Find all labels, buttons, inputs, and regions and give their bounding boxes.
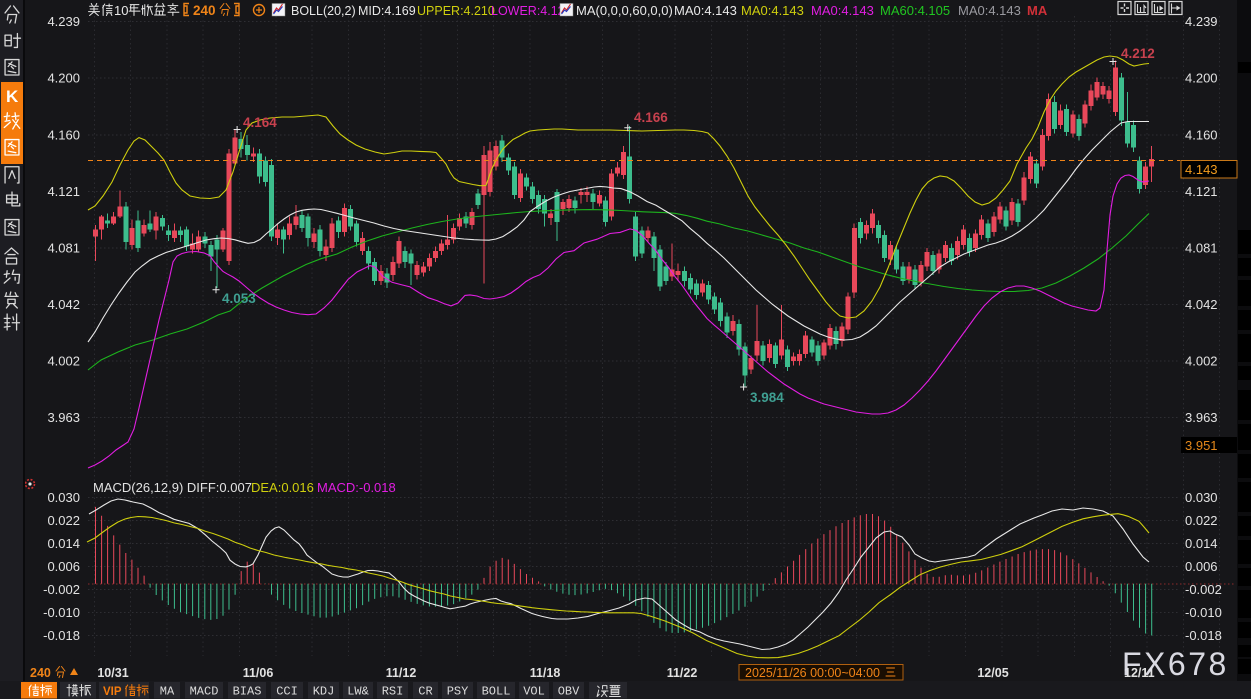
svg-text:K: K [6,87,19,106]
svg-text:4.200: 4.200 [1185,71,1218,86]
svg-text:MA60:4.105: MA60:4.105 [880,3,950,18]
svg-text:11/06: 11/06 [243,666,274,680]
svg-text:4.143: 4.143 [1185,162,1218,177]
svg-text:MACD: MACD [190,685,219,699]
svg-text:4.121: 4.121 [1185,184,1218,199]
svg-text:LW&: LW& [347,685,369,699]
svg-text:4.002: 4.002 [1185,353,1218,368]
svg-text:-0.010: -0.010 [1185,605,1222,620]
svg-text:240: 240 [30,666,51,680]
svg-text:FX678: FX678 [1122,646,1229,682]
svg-text:4.081: 4.081 [47,240,80,255]
svg-text:4.239: 4.239 [1185,14,1218,29]
svg-text:MACD:-0.018: MACD:-0.018 [317,480,396,495]
svg-text:4.160: 4.160 [47,127,80,142]
svg-text:0.006: 0.006 [1185,559,1218,574]
svg-text:4.212: 4.212 [1121,46,1155,61]
svg-text:4.002: 4.002 [47,353,80,368]
svg-text:3.963: 3.963 [47,410,80,425]
svg-text:4.164: 4.164 [243,115,277,130]
svg-text:4.053: 4.053 [222,291,256,306]
svg-text:OBV: OBV [558,685,580,699]
svg-text:BOLL: BOLL [482,685,511,699]
svg-text:4.239: 4.239 [47,14,80,29]
svg-text:MA0:4.143: MA0:4.143 [741,3,804,18]
svg-text:11/12: 11/12 [386,666,417,680]
svg-text:MA: MA [160,685,175,699]
svg-text:MA(0,0,0,60,0,0): MA(0,0,0,60,0,0) [576,3,673,18]
svg-text:10/31: 10/31 [97,666,128,680]
svg-text:BOLL(20,2): BOLL(20,2) [291,4,356,18]
svg-text:MACD(26,12,9) DIFF:0.007: MACD(26,12,9) DIFF:0.007 [93,480,252,495]
svg-text:LOWER:4.128: LOWER:4.128 [491,4,572,18]
svg-text:MID:4.169: MID:4.169 [358,4,416,18]
svg-text:-0.002: -0.002 [1185,582,1222,597]
svg-text:0.030: 0.030 [1185,490,1218,505]
svg-text:-0.018: -0.018 [43,628,80,643]
svg-text:11/22: 11/22 [667,666,698,680]
svg-text:4.042: 4.042 [47,297,80,312]
svg-text:0.022: 0.022 [1185,513,1218,528]
svg-text:MA0:4.143: MA0:4.143 [958,3,1021,18]
svg-text:0.006: 0.006 [47,559,80,574]
svg-text:CR: CR [418,685,432,699]
svg-text:MA: MA [1027,3,1048,18]
svg-text:0.030: 0.030 [47,490,80,505]
svg-text:VIP: VIP [103,686,122,698]
svg-text:-0.010: -0.010 [43,605,80,620]
svg-text:0.022: 0.022 [47,513,80,528]
svg-text:-0.018: -0.018 [1185,628,1222,643]
svg-text:4.081: 4.081 [1185,240,1218,255]
svg-text:4.042: 4.042 [1185,297,1218,312]
svg-text:-0.002: -0.002 [43,582,80,597]
svg-text:CCI: CCI [276,685,298,699]
svg-text:11/18: 11/18 [530,666,561,680]
svg-text:0.014: 0.014 [47,536,80,551]
svg-text:12/05: 12/05 [977,666,1008,680]
svg-text:3.951: 3.951 [1185,438,1218,453]
svg-text:MA0:4.143: MA0:4.143 [674,3,737,18]
svg-text:PSY: PSY [447,685,469,699]
svg-text:KDJ: KDJ [313,685,335,699]
svg-text:DEA:0.016: DEA:0.016 [251,480,314,495]
svg-text:UPPER:4.210: UPPER:4.210 [417,4,495,18]
svg-text:10: 10 [114,3,128,18]
svg-text:2025/11/26 00:00~04:00: 2025/11/26 00:00~04:00 [745,666,880,680]
svg-text:240: 240 [193,3,216,18]
svg-text:RSI: RSI [382,685,404,699]
svg-text:VOL: VOL [523,685,545,699]
svg-text:4.160: 4.160 [1185,127,1218,142]
svg-text:4.200: 4.200 [47,71,80,86]
svg-text:MA0:4.143: MA0:4.143 [811,3,874,18]
svg-text:0.014: 0.014 [1185,536,1218,551]
svg-text:3.963: 3.963 [1185,410,1218,425]
svg-text:3.984: 3.984 [750,390,784,405]
svg-text:BIAS: BIAS [233,685,262,699]
svg-text:4.121: 4.121 [47,184,80,199]
svg-text:4.166: 4.166 [634,110,668,125]
